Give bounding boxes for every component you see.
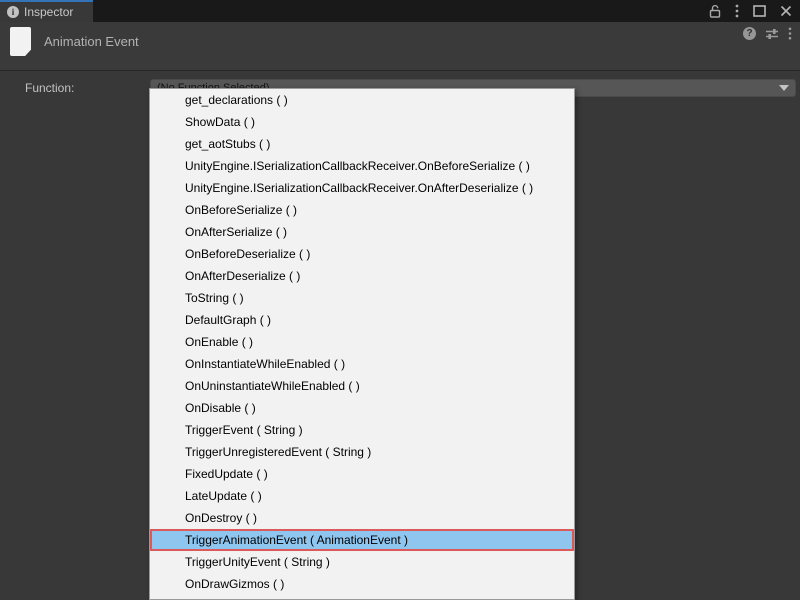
component-title: Animation Event [44,34,139,49]
dropdown-item[interactable]: OnAfterDeserialize ( ) [150,265,574,287]
dropdown-item[interactable]: TriggerEvent ( String ) [150,419,574,441]
component-kebab-menu-icon[interactable] [788,27,792,40]
function-label: Function: [25,81,74,95]
info-icon: i [7,6,19,18]
help-icon[interactable]: ? [743,27,756,40]
scriptable-object-icon [10,27,31,56]
dropdown-item[interactable]: OnUninstantiateWhileEnabled ( ) [150,375,574,397]
tab-label: Inspector [24,5,73,19]
tab-inspector[interactable]: i Inspector [0,0,93,22]
dropdown-item[interactable]: LateUpdate ( ) [150,485,574,507]
component-header: Animation Event ? [0,22,800,71]
dropdown-item[interactable]: OnDrawGizmos ( ) [150,573,574,595]
dropdown-item[interactable]: TriggerUnityEvent ( String ) [150,551,574,573]
dropdown-item[interactable]: OnDestroy ( ) [150,507,574,529]
dropdown-item[interactable]: ToString ( ) [150,287,574,309]
dropdown-item[interactable]: OnDisable ( ) [150,397,574,419]
dropdown-item[interactable]: OnAfterSerialize ( ) [150,221,574,243]
dropdown-item[interactable]: get_declarations ( ) [150,89,574,111]
dropdown-item[interactable]: OnBeforeDeserialize ( ) [150,243,574,265]
dropdown-item[interactable]: UnityEngine.ISerializationCallbackReceiv… [150,177,574,199]
function-dropdown-list: get_declarations ( )ShowData ( )get_aotS… [149,88,575,600]
dropdown-item[interactable]: OnBeforeSerialize ( ) [150,199,574,221]
dropdown-item[interactable]: get_aotStubs ( ) [150,133,574,155]
title-bar: i Inspector [0,0,800,22]
dropdown-item[interactable]: OnEnable ( ) [150,331,574,353]
kebab-menu-icon[interactable] [735,4,739,18]
dropdown-item[interactable]: OnInstantiateWhileEnabled ( ) [150,353,574,375]
dropdown-item[interactable]: DefaultGraph ( ) [150,309,574,331]
chevron-down-icon [779,85,789,91]
maximize-icon[interactable] [753,5,766,17]
close-icon[interactable] [780,5,792,17]
dropdown-item[interactable]: UnityEngine.ISerializationCallbackReceiv… [150,155,574,177]
dropdown-item-highlighted[interactable]: TriggerAnimationEvent ( AnimationEvent ) [150,529,574,551]
presets-icon[interactable] [765,28,779,40]
dropdown-item[interactable]: ShowData ( ) [150,111,574,133]
unlock-icon[interactable] [709,5,721,18]
dropdown-item[interactable]: TriggerUnregisteredEvent ( String ) [150,441,574,463]
dropdown-item[interactable]: FixedUpdate ( ) [150,463,574,485]
